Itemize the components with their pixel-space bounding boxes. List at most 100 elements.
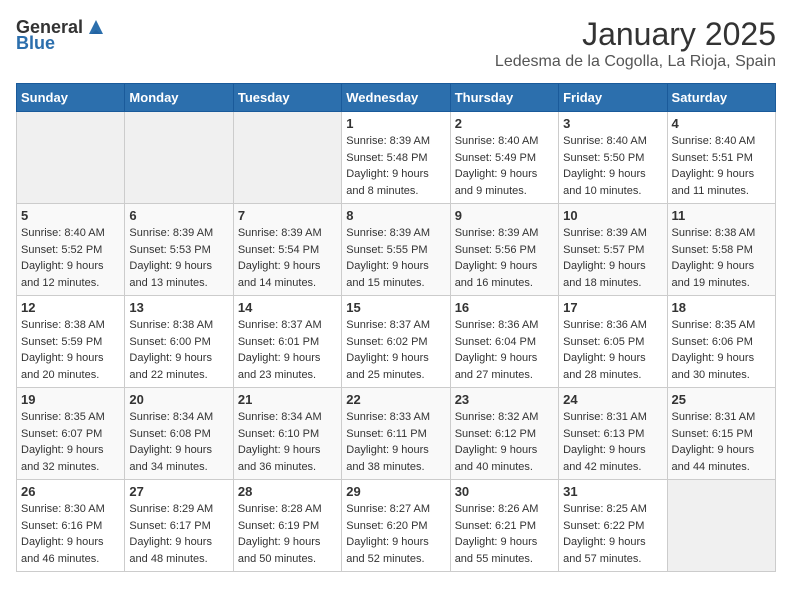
- page-header: General Blue January 2025 Ledesma de la …: [16, 16, 776, 71]
- calendar-body: 1Sunrise: 8:39 AMSunset: 5:48 PMDaylight…: [17, 112, 776, 572]
- calendar-cell: 29 Sunrise: 8:27 AMSunset: 6:20 PMDayligh…: [342, 480, 450, 572]
- title-section: January 2025 Ledesma de la Cogolla, La R…: [495, 16, 776, 71]
- day-of-week-header: Wednesday: [342, 84, 450, 112]
- logo-icon: [85, 16, 107, 38]
- day-of-week-header: Thursday: [450, 84, 558, 112]
- day-number: 19: [21, 392, 120, 407]
- calendar-cell: 31Sunrise: 8:25 AMSunset: 6:22 PMDayligh…: [559, 480, 667, 572]
- calendar-cell: [233, 112, 341, 204]
- day-number: 16: [455, 300, 554, 315]
- day-number: 25: [672, 392, 771, 407]
- day-info: Sunrise: 8:37 AMSunset: 6:02 PMDaylight:…: [346, 317, 445, 383]
- day-number: 22: [346, 392, 445, 407]
- day-number: 30: [455, 484, 554, 499]
- logo: General Blue: [16, 16, 107, 52]
- calendar-cell: 20 Sunrise: 8:34 AMSunset: 6:08 PMDayligh…: [125, 388, 233, 480]
- calendar-cell: [125, 112, 233, 204]
- calendar-week-row: 12Sunrise: 8:38 AMSunset: 5:59 PMDayligh…: [17, 296, 776, 388]
- day-number: 24: [563, 392, 662, 407]
- day-number: 27: [129, 484, 228, 499]
- day-number: 21: [238, 392, 337, 407]
- day-info: Sunrise: 8:39 AMSunset: 5:55 PMDaylight:…: [346, 225, 445, 291]
- calendar-cell: 27 Sunrise: 8:29 AMSunset: 6:17 PMDayligh…: [125, 480, 233, 572]
- location-subtitle: Ledesma de la Cogolla, La Rioja, Spain: [495, 53, 776, 71]
- calendar-cell: 4 Sunrise: 8:40 AMSunset: 5:51 PMDaylight…: [667, 112, 775, 204]
- day-number: 20: [129, 392, 228, 407]
- calendar-cell: 25 Sunrise: 8:31 AMSunset: 6:15 PMDayligh…: [667, 388, 775, 480]
- day-info: Sunrise: 8:34 AMSunset: 6:10 PMDaylight:…: [238, 409, 337, 475]
- day-info: Sunrise: 8:39 AMSunset: 5:53 PMDaylight:…: [129, 225, 228, 291]
- calendar-cell: 23 Sunrise: 8:32 AMSunset: 6:12 PMDayligh…: [450, 388, 558, 480]
- calendar-cell: 24 Sunrise: 8:31 AMSunset: 6:13 PMDayligh…: [559, 388, 667, 480]
- day-info: Sunrise: 8:37 AMSunset: 6:01 PMDaylight:…: [238, 317, 337, 383]
- day-info: Sunrise: 8:31 AMSunset: 6:13 PMDaylight:…: [563, 409, 662, 475]
- day-number: 28: [238, 484, 337, 499]
- day-number: 14: [238, 300, 337, 315]
- day-info: Sunrise: 8:36 AMSunset: 6:04 PMDaylight:…: [455, 317, 554, 383]
- day-info: Sunrise: 8:38 AMSunset: 6:00 PMDaylight:…: [129, 317, 228, 383]
- day-info: Sunrise: 8:39 AMSunset: 5:54 PMDaylight:…: [238, 225, 337, 291]
- day-of-week-header: Saturday: [667, 84, 775, 112]
- calendar-cell: 21 Sunrise: 8:34 AMSunset: 6:10 PMDayligh…: [233, 388, 341, 480]
- day-number: 23: [455, 392, 554, 407]
- calendar-cell: 11 Sunrise: 8:38 AMSunset: 5:58 PMDayligh…: [667, 204, 775, 296]
- day-number: 5: [21, 208, 120, 223]
- day-number: 17: [563, 300, 662, 315]
- day-number: 11: [672, 208, 771, 223]
- calendar-cell: 30 Sunrise: 8:26 AMSunset: 6:21 PMDayligh…: [450, 480, 558, 572]
- day-info: Sunrise: 8:26 AMSunset: 6:21 PMDaylight:…: [455, 501, 554, 567]
- day-number: 26: [21, 484, 120, 499]
- calendar-header: SundayMondayTuesdayWednesdayThursdayFrid…: [17, 84, 776, 112]
- day-info: Sunrise: 8:32 AMSunset: 6:12 PMDaylight:…: [455, 409, 554, 475]
- calendar-cell: 12Sunrise: 8:38 AMSunset: 5:59 PMDayligh…: [17, 296, 125, 388]
- calendar-cell: 2 Sunrise: 8:40 AMSunset: 5:49 PMDaylight…: [450, 112, 558, 204]
- day-number: 13: [129, 300, 228, 315]
- day-info: Sunrise: 8:34 AMSunset: 6:08 PMDaylight:…: [129, 409, 228, 475]
- calendar-week-row: 5 Sunrise: 8:40 AMSunset: 5:52 PMDaylight…: [17, 204, 776, 296]
- calendar-cell: 22Sunrise: 8:33 AMSunset: 6:11 PMDayligh…: [342, 388, 450, 480]
- day-info: Sunrise: 8:40 AMSunset: 5:50 PMDaylight:…: [563, 133, 662, 199]
- day-info: Sunrise: 8:39 AMSunset: 5:48 PMDaylight:…: [346, 133, 445, 199]
- calendar-cell: 9Sunrise: 8:39 AMSunset: 5:56 PMDaylight…: [450, 204, 558, 296]
- calendar-cell: 19Sunrise: 8:35 AMSunset: 6:07 PMDayligh…: [17, 388, 125, 480]
- logo-blue: Blue: [16, 34, 55, 52]
- calendar-cell: 5 Sunrise: 8:40 AMSunset: 5:52 PMDaylight…: [17, 204, 125, 296]
- calendar-cell: 3Sunrise: 8:40 AMSunset: 5:50 PMDaylight…: [559, 112, 667, 204]
- day-number: 2: [455, 116, 554, 131]
- calendar-week-row: 19Sunrise: 8:35 AMSunset: 6:07 PMDayligh…: [17, 388, 776, 480]
- day-info: Sunrise: 8:36 AMSunset: 6:05 PMDaylight:…: [563, 317, 662, 383]
- calendar-cell: 1Sunrise: 8:39 AMSunset: 5:48 PMDaylight…: [342, 112, 450, 204]
- day-info: Sunrise: 8:35 AMSunset: 6:06 PMDaylight:…: [672, 317, 771, 383]
- calendar-cell: 16 Sunrise: 8:36 AMSunset: 6:04 PMDayligh…: [450, 296, 558, 388]
- day-number: 15: [346, 300, 445, 315]
- day-info: Sunrise: 8:40 AMSunset: 5:51 PMDaylight:…: [672, 133, 771, 199]
- day-number: 8: [346, 208, 445, 223]
- calendar-table: SundayMondayTuesdayWednesdayThursdayFrid…: [16, 83, 776, 572]
- day-of-week-header: Sunday: [17, 84, 125, 112]
- calendar-cell: 6Sunrise: 8:39 AMSunset: 5:53 PMDaylight…: [125, 204, 233, 296]
- header-row: SundayMondayTuesdayWednesdayThursdayFrid…: [17, 84, 776, 112]
- day-info: Sunrise: 8:27 AMSunset: 6:20 PMDaylight:…: [346, 501, 445, 567]
- day-info: Sunrise: 8:29 AMSunset: 6:17 PMDaylight:…: [129, 501, 228, 567]
- day-info: Sunrise: 8:30 AMSunset: 6:16 PMDaylight:…: [21, 501, 120, 567]
- day-info: Sunrise: 8:28 AMSunset: 6:19 PMDaylight:…: [238, 501, 337, 567]
- calendar-cell: 8 Sunrise: 8:39 AMSunset: 5:55 PMDaylight…: [342, 204, 450, 296]
- day-info: Sunrise: 8:38 AMSunset: 5:58 PMDaylight:…: [672, 225, 771, 291]
- day-number: 4: [672, 116, 771, 131]
- day-info: Sunrise: 8:40 AMSunset: 5:52 PMDaylight:…: [21, 225, 120, 291]
- day-number: 29: [346, 484, 445, 499]
- calendar-cell: 14 Sunrise: 8:37 AMSunset: 6:01 PMDayligh…: [233, 296, 341, 388]
- day-number: 7: [238, 208, 337, 223]
- day-of-week-header: Monday: [125, 84, 233, 112]
- day-info: Sunrise: 8:39 AMSunset: 5:56 PMDaylight:…: [455, 225, 554, 291]
- calendar-cell: 13 Sunrise: 8:38 AMSunset: 6:00 PMDayligh…: [125, 296, 233, 388]
- day-number: 18: [672, 300, 771, 315]
- calendar-cell: [17, 112, 125, 204]
- calendar-cell: 17 Sunrise: 8:36 AMSunset: 6:05 PMDayligh…: [559, 296, 667, 388]
- day-info: Sunrise: 8:25 AMSunset: 6:22 PMDaylight:…: [563, 501, 662, 567]
- month-title: January 2025: [495, 16, 776, 53]
- calendar-cell: 26 Sunrise: 8:30 AMSunset: 6:16 PMDayligh…: [17, 480, 125, 572]
- day-info: Sunrise: 8:31 AMSunset: 6:15 PMDaylight:…: [672, 409, 771, 475]
- day-info: Sunrise: 8:40 AMSunset: 5:49 PMDaylight:…: [455, 133, 554, 199]
- calendar-cell: 28 Sunrise: 8:28 AMSunset: 6:19 PMDayligh…: [233, 480, 341, 572]
